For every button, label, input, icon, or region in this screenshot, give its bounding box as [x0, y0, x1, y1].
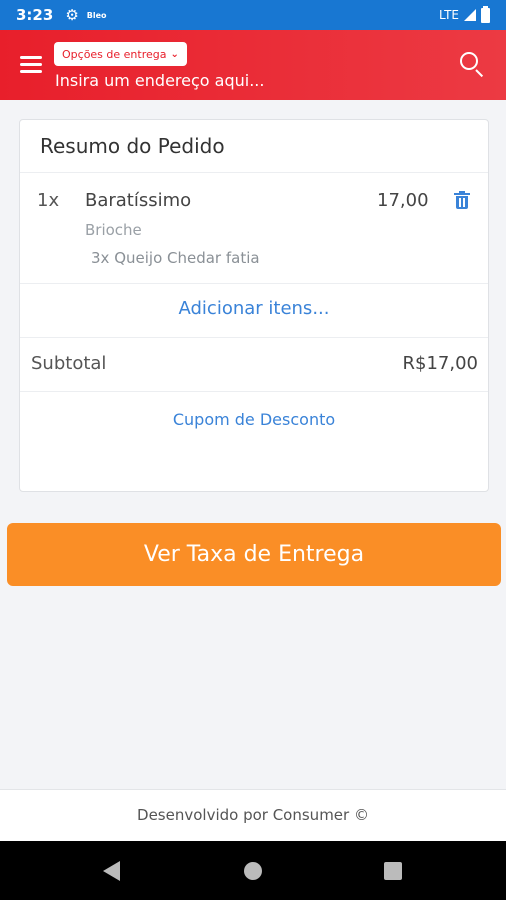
footer-credit: Desenvolvido por Consumer © [0, 789, 506, 841]
address-input[interactable]: Insira um endereço aqui... [55, 71, 264, 90]
status-right-group: LTE [439, 5, 490, 23]
item-price: 17,00 [377, 190, 429, 211]
delivery-options-label: Opções de entrega [62, 47, 167, 61]
hamburger-menu-icon[interactable] [20, 56, 42, 74]
card-title: Resumo do Pedido [40, 134, 225, 158]
divider [20, 172, 488, 173]
item-addon: 3x Queijo Chedar fatia [91, 249, 260, 267]
delivery-options-button[interactable]: Opções de entrega ⌄ [54, 42, 187, 66]
signal-icon [464, 9, 476, 21]
trash-icon[interactable] [454, 191, 470, 209]
item-quantity: 1x [37, 190, 60, 211]
item-name: Baratíssimo [85, 190, 192, 211]
discount-coupon-link[interactable]: Cupom de Desconto [20, 410, 488, 429]
add-items-link[interactable]: Adicionar itens... [20, 298, 488, 319]
divider [20, 337, 488, 338]
gear-icon: ⚙ [65, 6, 79, 24]
system-nav-bar [0, 841, 506, 900]
item-variant: Brioche [85, 221, 142, 239]
back-triangle-icon[interactable] [103, 861, 120, 881]
search-icon[interactable] [460, 52, 486, 78]
app-header: Opções de entrega ⌄ Insira um endereço a… [0, 30, 506, 100]
view-delivery-fee-button[interactable]: Ver Taxa de Entrega [7, 523, 501, 586]
battery-icon [481, 5, 490, 23]
chevron-down-icon: ⌄ [170, 48, 179, 60]
status-time: 3:23 [16, 6, 54, 24]
recents-square-icon[interactable] [384, 862, 402, 880]
status-notification-label: Bleo [86, 10, 107, 20]
subtotal-value: R$17,00 [402, 353, 479, 374]
divider [20, 391, 488, 392]
divider [20, 283, 488, 284]
home-circle-icon[interactable] [244, 862, 262, 880]
order-summary-card: Resumo do Pedido 1x Baratíssimo 17,00 Br… [19, 119, 489, 492]
network-label: LTE [439, 8, 459, 22]
subtotal-label: Subtotal [31, 353, 107, 374]
status-bar: 3:23 ⚙ Bleo LTE [0, 0, 506, 30]
